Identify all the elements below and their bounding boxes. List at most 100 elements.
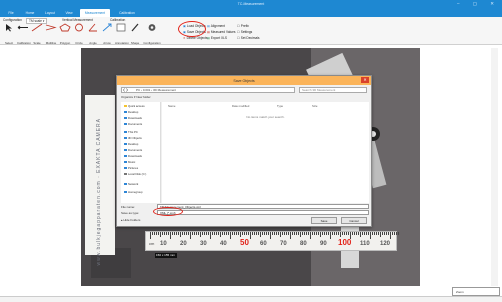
ruler-tick (178, 232, 179, 235)
ruler-tick (338, 232, 339, 235)
ruler-tick (192, 232, 193, 235)
ruler-tick (368, 232, 369, 235)
arrow-tool-icon[interactable] (101, 23, 113, 32)
nav-item-local-disk[interactable]: Local Disk (C:) (124, 172, 146, 176)
nav-item-3d-objects[interactable]: 3D Objects (124, 136, 142, 140)
drive-icon (124, 173, 127, 176)
ruler-tick (362, 232, 363, 235)
hide-folders-toggle[interactable]: ▴ Hide Folders (121, 218, 140, 222)
nav-arrows-icon[interactable] (122, 88, 134, 92)
nav-item-downloads-pc[interactable]: Downloads (124, 154, 142, 158)
ruler-tick (150, 232, 151, 239)
ruler-tick (312, 232, 313, 235)
ruler-tick (376, 232, 377, 235)
measurement-size-tag: 150 x 155 mm (155, 253, 177, 258)
ruler-tick (232, 232, 233, 235)
folder-icon (124, 137, 127, 140)
ruler-tick (242, 232, 243, 235)
scale-tool-icon[interactable] (31, 23, 43, 32)
ruler-tick (310, 232, 311, 239)
tool-label-arrow: Arrow (103, 41, 111, 45)
ruler-tick (216, 232, 217, 235)
ruler-tick (210, 232, 211, 239)
nav-item-homegroup[interactable]: Homegroup (124, 190, 143, 194)
ruler-tick (396, 232, 397, 235)
tab-calibration[interactable]: Calibration (114, 9, 140, 17)
navigation-pane: Quick access Desktop Downloads Documents… (121, 102, 161, 203)
ruler-tick (318, 232, 319, 235)
nav-item-quick-access[interactable]: Quick access (124, 104, 145, 108)
polygon-tool-icon[interactable] (59, 23, 71, 32)
vertical-scrollbar[interactable] (491, 48, 498, 286)
computer-icon (124, 131, 127, 134)
savetype-select[interactable]: XML (*.xml) (157, 210, 369, 215)
column-header-type[interactable]: Type (277, 104, 283, 108)
nav-item-network[interactable]: Network (124, 182, 138, 186)
dialog-close-button[interactable]: ✕ (361, 77, 369, 83)
calibration-tool-icon[interactable] (17, 23, 29, 32)
nav-item-desktop-pc[interactable]: Desktop (124, 142, 138, 146)
prefix-button[interactable]: ☐ Prefix (237, 24, 249, 28)
column-header-size[interactable]: Size (312, 104, 317, 108)
tab-file[interactable]: File (4, 9, 18, 17)
ruler-number: 100 (338, 238, 352, 247)
ruler-tick (280, 232, 281, 237)
ruler-tick (372, 232, 373, 235)
nav-item-pictures[interactable]: Pictures (124, 166, 138, 170)
ruler-tick (316, 232, 317, 235)
angle-tool-icon[interactable] (87, 23, 99, 32)
save-button[interactable]: Save (311, 217, 337, 224)
ruler-number: 70 (280, 241, 287, 247)
file-list[interactable]: Name Date modified Type Size No items ma… (162, 102, 369, 203)
side-print-text: www.bulkjegapparaten.com · EXAKTA CAMERA (96, 118, 102, 266)
ruler-tick (182, 232, 183, 235)
alignment-button[interactable]: ▤ Alignment (207, 24, 225, 28)
dialog-toolbar[interactable]: Organize ▾ New folder (121, 95, 369, 101)
ruler-tick (222, 232, 223, 235)
ruler-number: 90 (320, 241, 327, 247)
nav-item-documents[interactable]: Documents (124, 122, 142, 126)
shape-tool-icon[interactable] (129, 23, 141, 32)
ruler-tick (156, 232, 157, 235)
column-header-date[interactable]: Date modified (232, 104, 249, 108)
ruler-tick (230, 232, 231, 239)
tab-measurement[interactable]: Measurement (80, 9, 110, 17)
ruler-tick (240, 232, 241, 237)
ruler-tick (390, 232, 391, 239)
window-controls[interactable]: – ▢ ✕ (457, 1, 500, 7)
export-xls-button[interactable]: ▤ Export XLS (207, 36, 227, 40)
circle-tool-icon[interactable] (73, 23, 85, 32)
nav-item-this-pc[interactable]: This PC (124, 130, 138, 134)
nav-item-desktop[interactable]: Desktop (124, 110, 138, 114)
cancel-button[interactable]: Cancel (341, 217, 367, 224)
tab-home[interactable]: Home (22, 9, 38, 17)
set-decimals-button[interactable]: ☐ Set Decimals (237, 36, 260, 40)
nav-item-downloads[interactable]: Downloads (124, 116, 142, 120)
tool-label-annotation: Annotation (115, 41, 129, 45)
annotation-tool-icon[interactable] (115, 23, 127, 32)
ruler-tick (248, 232, 249, 235)
zoom-box[interactable]: Zoom (452, 287, 500, 296)
ruler-tick (190, 232, 191, 239)
tab-layout[interactable]: Layout (42, 9, 58, 17)
ruler-tick (370, 232, 371, 239)
ruler-tick (328, 232, 329, 235)
tab-view[interactable]: View (62, 9, 76, 17)
ruler-tick (274, 232, 275, 235)
gear-icon[interactable] (146, 23, 158, 32)
select-tool-icon[interactable] (3, 23, 15, 32)
ruler-tick (392, 232, 393, 235)
ruler-tick (344, 232, 345, 235)
ruler-tick (164, 232, 165, 235)
multiline-tool-icon[interactable] (45, 23, 57, 32)
address-bar[interactable]: PC › 0.001 › 3D Measurement (121, 87, 295, 93)
search-input[interactable]: Search 3D Measurement (299, 87, 367, 93)
ruler-tick (326, 232, 327, 235)
ruler-tick (300, 232, 301, 237)
nav-item-documents-pc[interactable]: Documents (124, 148, 142, 152)
filename-input[interactable]: TM Measurement_Objects.xml (157, 204, 369, 209)
column-header-name[interactable]: Name (168, 104, 175, 108)
measured-values-button[interactable]: ▤ Measured Values (207, 30, 235, 34)
nav-item-music[interactable]: Music (124, 160, 135, 164)
settings-button[interactable]: ☐ Settings (237, 30, 252, 34)
